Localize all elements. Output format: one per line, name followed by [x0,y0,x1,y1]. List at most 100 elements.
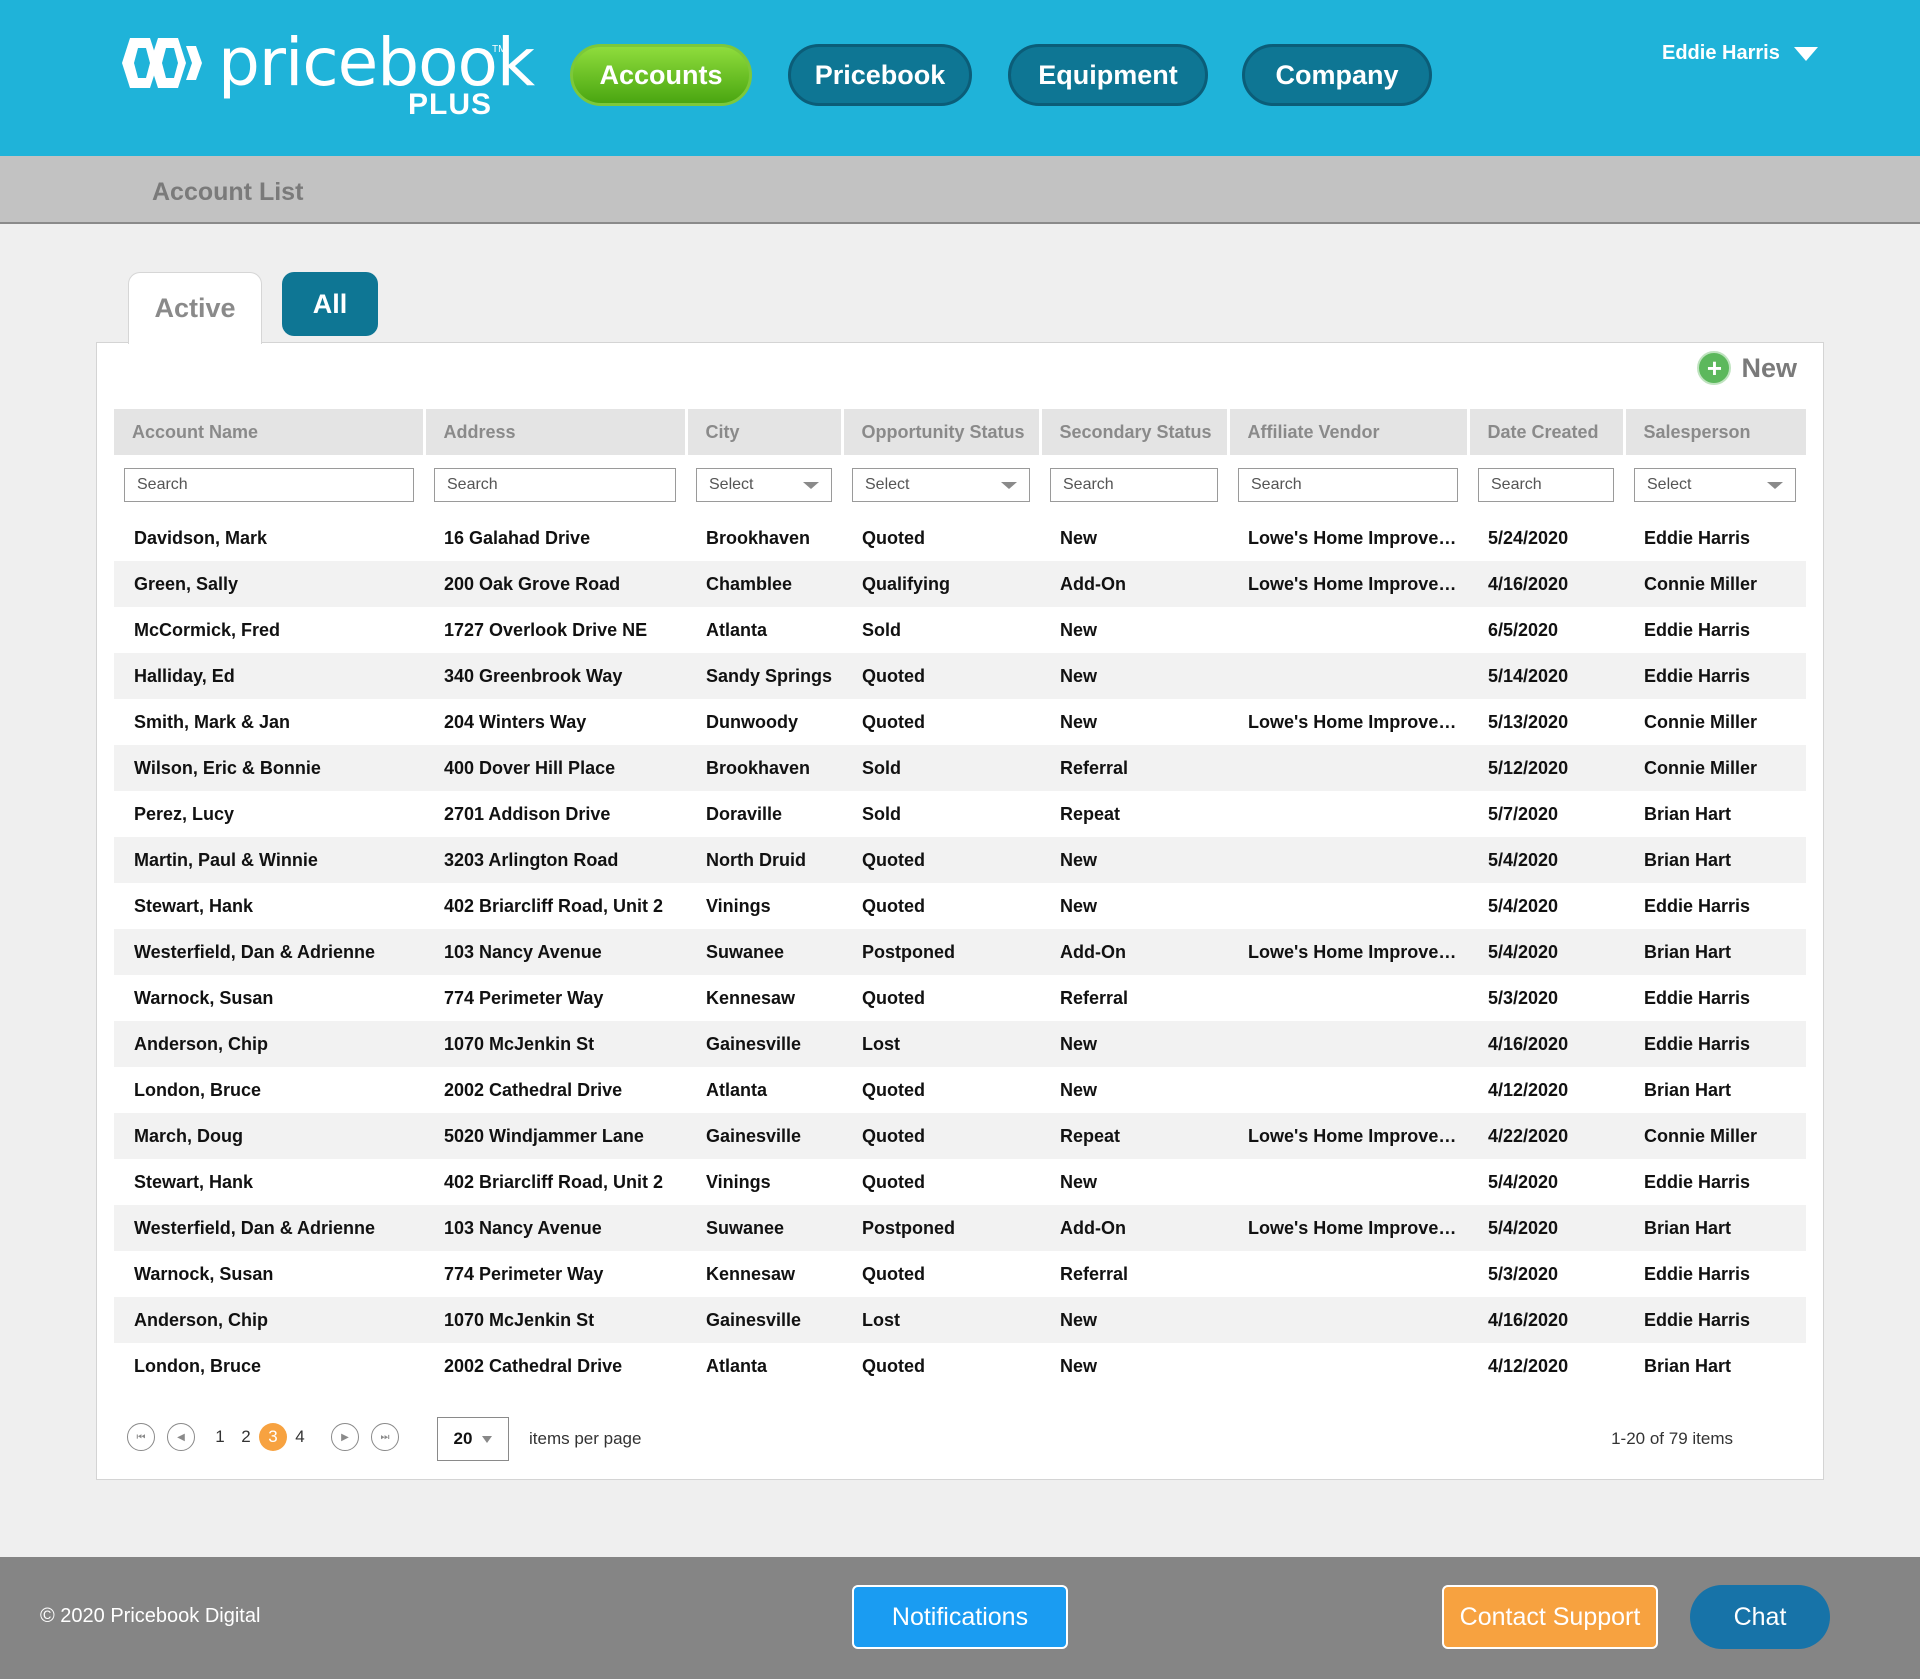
nav-pricebook[interactable]: Pricebook [788,44,972,106]
contact-support-button[interactable]: Contact Support [1442,1585,1658,1649]
cell-address: 103 Nancy Avenue [424,1205,686,1251]
table-row[interactable]: McCormick, Fred 1727 Overlook Drive NE Atl… [114,607,1806,653]
cell-city: Gainesville [686,1113,842,1159]
page-2[interactable]: 2 [233,1427,259,1447]
cell-date-created: 5/4/2020 [1488,1171,1559,1192]
nav-company[interactable]: Company [1242,44,1432,106]
previous-page-icon[interactable]: ◀ [167,1423,195,1451]
date-created-search-input[interactable]: Search [1478,468,1614,502]
new-button-label: New [1741,352,1797,383]
nav-equipment[interactable]: Equipment [1008,44,1208,106]
table-row[interactable]: Halliday, Ed 340 Greenbrook Way Sandy Spri… [114,653,1806,699]
cell-salesperson: Brian Hart [1624,1205,1806,1251]
opportunity-status-select[interactable]: Select [852,468,1030,502]
next-page-icon[interactable]: ▶ [331,1423,359,1451]
column-header-date-created[interactable]: Date Created [1468,409,1626,455]
cell-city: Doraville [706,803,783,824]
chevron-down-icon [1001,481,1017,489]
table-row[interactable]: Westerfield, Dan & Adrienne 103 Nancy Ave… [114,929,1806,975]
cell-opportunity-status: Lost [842,1021,1040,1067]
filter-placeholder: Search [447,476,498,493]
table-row[interactable]: Anderson, Chip 1070 McJenkin St Gainesvill… [114,1021,1806,1067]
nav-accounts[interactable]: Accounts [570,44,752,106]
cell-account-name: Anderson, Chip [114,1021,424,1067]
table-row[interactable]: Wilson, Eric & Bonnie 400 Dover Hill Plac… [114,745,1806,791]
table-row[interactable]: Davidson, Mark 16 Galahad Drive Brookhaven… [114,515,1806,561]
cell-address: 204 Winters Way [444,711,587,732]
cell-city: Sandy Springs [686,653,842,699]
cell-secondary-status: New [1060,619,1098,640]
table-row[interactable]: Green, Sally 200 Oak Grove Road Chamblee Qu… [114,561,1806,607]
cell-secondary-status: New [1040,1021,1228,1067]
page-1[interactable]: 1 [207,1427,233,1447]
table-row[interactable]: Smith, Mark & Jan 204 Winters Way Dunwoody… [114,699,1806,745]
cell-secondary-status: Add-On [1040,929,1228,975]
affiliate-vendor-search-input[interactable]: Search [1238,468,1458,502]
cell-date-created: 5/4/2020 [1468,929,1624,975]
column-header-city[interactable]: City [686,409,844,455]
cell-address: 1070 McJenkin St [424,1021,686,1067]
cell-salesperson: Eddie Harris [1624,1021,1806,1067]
page-3-current[interactable]: 3 [259,1423,287,1451]
cell-account-name: Warnock, Susan [134,987,274,1008]
cell-address: 200 Oak Grove Road [424,561,686,607]
table-row[interactable]: Warnock, Susan 774 Perimeter Way Kennesaw Q… [114,975,1806,1021]
column-header-affiliate-vendor[interactable]: Affiliate Vendor [1228,409,1470,455]
cell-account-name: Westerfield, Dan & Adrienne [114,1205,424,1251]
table-row[interactable]: March, Doug 5020 Windjammer Lane Gainesvil… [114,1113,1806,1159]
cell-secondary-status: Add-On [1040,1205,1228,1251]
city-select[interactable]: Select [696,468,832,502]
new-account-button[interactable]: + New [1697,351,1797,385]
table-row[interactable]: London, Bruce 2002 Cathedral Drive Atlanta… [114,1067,1806,1113]
table-row[interactable]: Stewart, Hank 402 Briarcliff Road, Unit 2… [114,883,1806,929]
cell-affiliate-vendor [1228,1067,1468,1113]
chevron-down-icon [482,1435,493,1443]
cell-affiliate-vendor: Lowe's Home Improvement [1248,527,1468,548]
secondary-status-search-input[interactable]: Search [1050,468,1218,502]
cell-opportunity-status: Quoted [862,1263,925,1284]
tab-all[interactable]: All [282,272,378,336]
column-header-secondary-status[interactable]: Secondary Status [1040,409,1230,455]
last-page-icon[interactable]: ⏭ [371,1423,399,1451]
column-header-salesperson[interactable]: Salesperson [1624,409,1806,455]
table-row[interactable]: Perez, Lucy 2701 Addison Drive Doraville So… [114,791,1806,837]
table-body: Davidson, Mark 16 Galahad Drive Brookhaven… [114,515,1806,1389]
column-header-opportunity-status[interactable]: Opportunity Status [842,409,1042,455]
cell-affiliate-vendor [1228,1251,1468,1297]
accounts-table: Account Name Address City Opportunity St… [114,409,1806,1389]
cell-affiliate-vendor [1228,975,1468,1021]
chat-button[interactable]: Chat [1690,1585,1830,1649]
cell-secondary-status: Referral [1060,1263,1129,1284]
cell-affiliate-vendor [1228,883,1468,929]
filter-placeholder: Select [709,476,754,493]
cell-secondary-status: Repeat [1040,1113,1228,1159]
page-4[interactable]: 4 [287,1427,313,1447]
address-search-input[interactable]: Search [434,468,676,502]
salesperson-select[interactable]: Select [1634,468,1796,502]
items-per-page-value: 20 [453,1429,473,1448]
table-row[interactable]: Stewart, Hank 402 Briarcliff Road, Unit 2… [114,1159,1806,1205]
cell-date-created: 5/12/2020 [1468,745,1624,791]
cell-city: Gainesville [686,1297,842,1343]
notifications-button[interactable]: Notifications [852,1585,1068,1649]
cell-salesperson: Eddie Harris [1624,1297,1806,1343]
table-row[interactable]: Westerfield, Dan & Adrienne 103 Nancy Ave… [114,1205,1806,1251]
column-header-address[interactable]: Address [424,409,688,455]
pricebook-logo[interactable]: pricebook TM PLUS [112,28,535,128]
cell-city: Dunwoody [706,711,798,732]
cell-city: Chamblee [686,561,842,607]
table-row[interactable]: Martin, Paul & Winnie 3203 Arlington Road… [114,837,1806,883]
user-menu[interactable]: Eddie Harris [1662,42,1818,65]
cell-affiliate-vendor [1228,1297,1468,1343]
cell-account-name: London, Bruce [134,1079,261,1100]
items-per-page-select[interactable]: 20 [437,1417,509,1461]
account-name-search-input[interactable]: Search [124,468,414,502]
cell-opportunity-status: Sold [842,745,1040,791]
tab-active[interactable]: Active [128,272,262,344]
column-header-account-name[interactable]: Account Name [114,409,426,455]
first-page-icon[interactable]: ⏮ [127,1423,155,1451]
table-row[interactable]: Anderson, Chip 1070 McJenkin St Gainesvill… [114,1297,1806,1343]
table-row[interactable]: Warnock, Susan 774 Perimeter Way Kennesaw Q… [114,1251,1806,1297]
cell-salesperson: Brian Hart [1624,929,1806,975]
table-row[interactable]: London, Bruce 2002 Cathedral Drive Atlanta… [114,1343,1806,1389]
